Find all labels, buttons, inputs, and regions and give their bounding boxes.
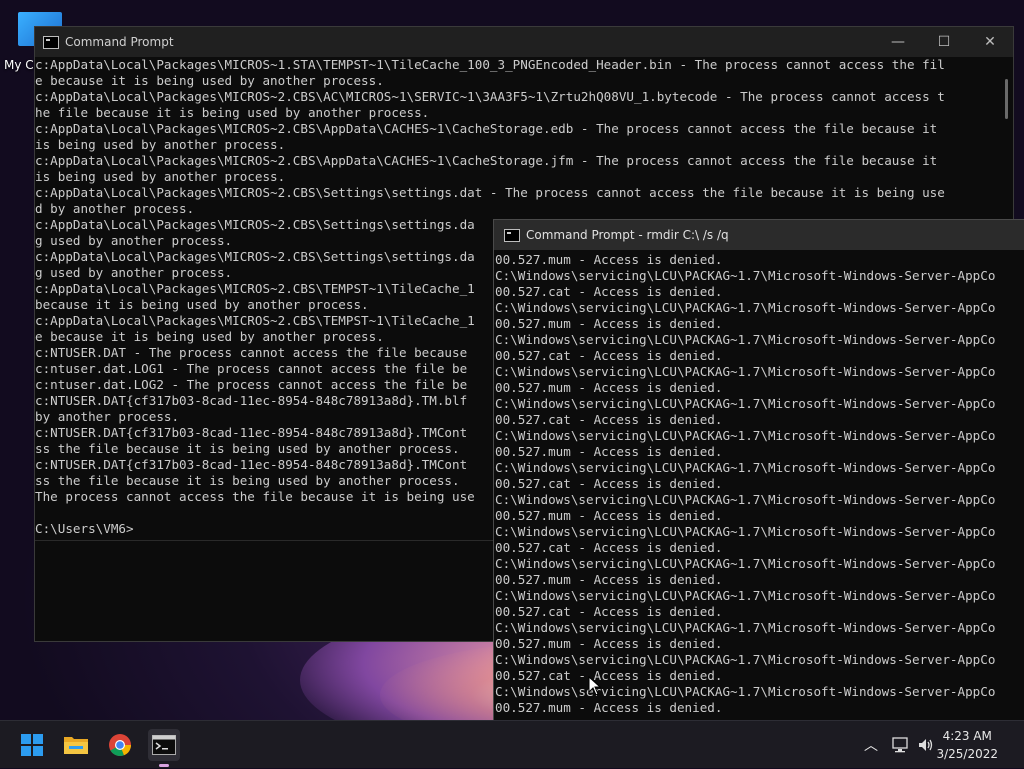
- clock-date: 3/25/2022: [936, 747, 998, 761]
- command-prompt-icon: [152, 735, 176, 755]
- clock-time: 4:23 AM: [942, 729, 992, 743]
- mouse-cursor-icon: [588, 675, 602, 696]
- console-line: C:\Windows\servicing\LCU\PACKAG~1.7\Micr…: [495, 588, 996, 603]
- close-button[interactable]: ✕: [967, 27, 1013, 57]
- console-line: C:\Windows\servicing\LCU\PACKAG~1.7\Micr…: [495, 620, 996, 635]
- console-line: C:\Windows\servicing\LCU\PACKAG~1.7\Micr…: [495, 396, 996, 411]
- taskbar-chrome[interactable]: [104, 729, 136, 761]
- console-line: is being used by another process.: [35, 137, 286, 152]
- console-line: C:\Windows\servicing\LCU\PACKAG~1.7\Micr…: [495, 364, 996, 379]
- cmd-icon: [504, 228, 520, 242]
- volume-icon[interactable]: [917, 737, 935, 753]
- tray-chevron-icon[interactable]: ︿: [864, 735, 878, 755]
- console-line: C:\Windows\servicing\LCU\PACKAG~1.7\Micr…: [495, 556, 996, 571]
- window-title: Command Prompt: [65, 35, 174, 49]
- console-line: 00.527.mum - Access is denied.: [495, 636, 723, 651]
- console-line: C:\Windows\servicing\LCU\PACKAG~1.7\Micr…: [495, 428, 996, 443]
- console-line: 00.527.cat - Access is denied.: [495, 348, 723, 363]
- command-prompt-window-front[interactable]: Command Prompt - rmdir C:\ /s /q 00.527.…: [493, 219, 1024, 733]
- console-output[interactable]: 00.527.mum - Access is denied. C:\Windows…: [494, 252, 1024, 732]
- console-line: c:AppData\Local\Packages\MICROS~2.CBS\Se…: [35, 185, 945, 200]
- console-line: he file because it is being used by anot…: [35, 105, 430, 120]
- console-line: 00.527.mum - Access is denied.: [495, 252, 723, 267]
- console-line: e because it is being used by another pr…: [35, 73, 384, 88]
- console-line: 00.527.cat - Access is denied.: [495, 284, 723, 299]
- taskbar: ︿ 4:23 AM 3/25/2022: [0, 720, 1024, 768]
- window-title: Command Prompt - rmdir C:\ /s /q: [526, 228, 729, 242]
- maximize-button[interactable]: ☐: [921, 27, 967, 57]
- console-line: C:\Windows\servicing\LCU\PACKAG~1.7\Micr…: [495, 268, 996, 283]
- window-titlebar[interactable]: Command Prompt - rmdir C:\ /s /q: [494, 220, 1024, 250]
- console-line: 00.527.cat - Access is denied.: [495, 476, 723, 491]
- taskbar-file-explorer[interactable]: [60, 729, 92, 761]
- console-line: 00.527.mum - Access is denied.: [495, 572, 723, 587]
- console-line: C:\Windows\servicing\LCU\PACKAG~1.7\Micr…: [495, 684, 996, 699]
- console-line: is being used by another process.: [35, 169, 286, 184]
- chrome-icon: [109, 734, 132, 757]
- console-line: 00.527.cat - Access is denied.: [495, 604, 723, 619]
- system-tray: ︿: [864, 721, 878, 769]
- minimize-button[interactable]: —: [875, 27, 921, 57]
- file-explorer-icon: [64, 737, 88, 754]
- console-line: c:AppData\Local\Packages\MICROS~2.CBS\AC…: [35, 89, 945, 104]
- console-line: 00.527.mum - Access is denied.: [495, 380, 723, 395]
- network-icon[interactable]: [892, 737, 910, 753]
- console-line: C:\Windows\servicing\LCU\PACKAG~1.7\Micr…: [495, 492, 996, 507]
- console-line: d by another process.: [35, 201, 195, 216]
- console-line: C:\Windows\servicing\LCU\PACKAG~1.7\Micr…: [495, 460, 996, 475]
- console-line: c:AppData\Local\Packages\MICROS~2.CBS\Ap…: [35, 153, 938, 168]
- console-line: C:\Windows\servicing\LCU\PACKAG~1.7\Micr…: [495, 300, 996, 315]
- console-line: C:\Windows\servicing\LCU\PACKAG~1.7\Micr…: [495, 652, 996, 667]
- taskbar-command-prompt[interactable]: [148, 729, 180, 767]
- window-titlebar[interactable]: Command Prompt — ☐ ✕: [35, 27, 1013, 57]
- console-line: c:AppData\Local\Packages\MICROS~1.STA\TE…: [35, 57, 945, 72]
- scrollbar-thumb[interactable]: [1005, 79, 1008, 119]
- console-line: 00.527.cat - Access is denied.: [495, 540, 723, 555]
- active-indicator: [159, 764, 169, 767]
- console-line: C:\Windows\servicing\LCU\PACKAG~1.7\Micr…: [495, 524, 996, 539]
- console-line: 00.527.mum - Access is denied.: [495, 316, 723, 331]
- console-line: C:\Windows\servicing\LCU\PACKAG~1.7\Micr…: [495, 332, 996, 347]
- console-line: 00.527.mum - Access is denied.: [495, 444, 723, 459]
- console-line: 00.527.cat - Access is denied.: [495, 412, 723, 427]
- console-line: 00.527.cat - Access is denied.: [495, 668, 723, 683]
- console-line: 00.527.mum - Access is denied.: [495, 508, 723, 523]
- start-button[interactable]: [16, 729, 48, 761]
- console-line: c:AppData\Local\Packages\MICROS~2.CBS\Ap…: [35, 121, 938, 136]
- start-icon: [21, 734, 43, 756]
- console-line: 00.527.mum - Access is denied.: [495, 700, 723, 715]
- system-clock[interactable]: 4:23 AM 3/25/2022: [936, 727, 998, 763]
- cmd-icon: [43, 35, 59, 49]
